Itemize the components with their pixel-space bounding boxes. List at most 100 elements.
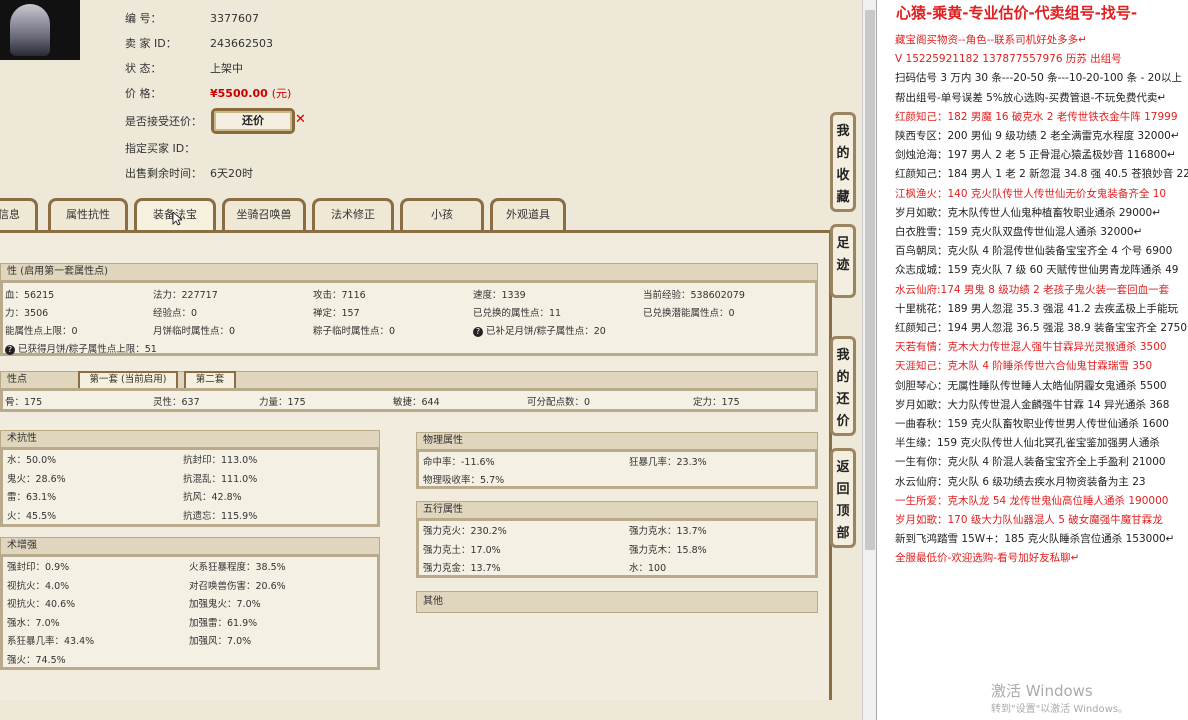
info-row: 是否接受还价： <box>125 113 210 129</box>
phys-cell: 命中率：-11.6% <box>423 457 495 468</box>
wuxing-cell: 强力克土：17.0% <box>423 544 501 556</box>
document-line: 江枫渔火：140 克火队传世人传世仙无价女鬼装备齐全 10 <box>895 187 1167 200</box>
character-avatar <box>0 0 80 60</box>
offer-button[interactable]: 还价 <box>211 108 295 134</box>
point-cell: 定力：175 <box>693 397 740 408</box>
wuxing-cell: 水：100 <box>629 563 667 574</box>
info-value: 6天20时 <box>210 167 253 180</box>
boost-cell: 对召唤兽伤害：20.6% <box>189 580 286 592</box>
side-button-favorites[interactable]: 我的收藏 <box>830 112 856 212</box>
resist-cell: 抗遗忘：115.9% <box>183 510 258 522</box>
attr-cell: 经验点：0 <box>153 308 198 319</box>
boost-cell: 强火：74.5% <box>7 654 66 666</box>
boost-cell: 加强雷：61.9% <box>189 617 258 629</box>
resist-cell: 抗混乱：111.0% <box>183 473 258 485</box>
info-value: 243662503 <box>210 37 273 50</box>
point-cell: 可分配点数：0 <box>527 397 591 408</box>
document-line: 藏宝阁买物资--角色--联系司机好处多多↵ <box>895 34 1087 46</box>
phys-cell: 物理吸收率：5.7% <box>423 475 505 486</box>
document-line: 天若有情：克木大力传世混人强牛甘霖异光灵猴通杀 3500 <box>895 341 1167 354</box>
document-line: 百鸟朝凤：克火队 4 阶混传世仙装备宝宝齐全 4 个号 6900 <box>895 245 1173 258</box>
boost-header: 术增强 <box>0 537 380 555</box>
info-key: 状 态： <box>125 62 162 75</box>
attr-cell: 速度：1339 <box>473 290 526 301</box>
attr-cell: 血：56215 <box>5 290 55 301</box>
point-box: 骨：175 灵性：637 力量：175 敏捷：644 可分配点数：0 定力：175 <box>0 388 818 412</box>
info-value: 上架中 <box>210 62 243 75</box>
document-line: 一曲春秋：159 克火队畜牧职业传世男人传世仙通杀 1600 <box>895 418 1169 430</box>
attr-cell: ? 已补足月饼/粽子属性点：20 <box>473 323 606 337</box>
document-line: 剑烛沧海：197 男人 2 老 5 正骨混心猿孟极妙音 116800↵ <box>895 149 1176 162</box>
document-line: 众志成城：159 克火队 7 级 60 天赋传世仙男青龙阵通杀 49 <box>895 264 1179 277</box>
attr-cell: 力：3506 <box>5 308 49 319</box>
help-icon[interactable]: ? <box>5 345 15 355</box>
help-icon[interactable]: ? <box>473 327 483 337</box>
info-key: 卖 家 ID： <box>125 37 177 50</box>
resist-cell: 火：45.5% <box>7 510 57 522</box>
tab-6[interactable]: 外观道具 <box>490 198 566 232</box>
attribute-panel: 性 (启用第一套属性点) 血：56215 法力：227717 攻击：7116 速度：1… <box>0 230 832 700</box>
wuxing-box: 强力克火：230.2% 强力克水：13.7% 强力克土：17.0% 强力克木：15.8… <box>416 518 818 578</box>
attr-cell: 能属性点上限：0 <box>5 326 78 337</box>
boost-box: 强封印：0.9% 火系狂暴程度：38.5% 视抗火：4.0% 对召唤兽伤害：20.6%… <box>0 554 380 670</box>
attr-cell: 攻击：7116 <box>313 290 366 301</box>
document-line: 十里桃花：189 男人忽混 35.3 强混 41.2 去疾孟极上手能玩 <box>895 302 1178 315</box>
tab-0[interactable]: 信息 <box>0 198 38 232</box>
left-pane: 编 号： 3377607 卖 家 ID： 243662503 状 态： 上架中价 格： ¥5… <box>0 0 862 720</box>
info-key: 价 格： <box>125 87 162 100</box>
resist-header: 术抗性 <box>0 430 380 448</box>
boost-cell: 加强风：7.0% <box>189 636 252 647</box>
attr-cell: ? 已获得月饼/粽子属性点上限：51 <box>5 341 157 355</box>
side-button-history[interactable]: 足迹 <box>830 224 856 298</box>
scrollbar-thumb[interactable] <box>865 10 875 550</box>
resist-cell: 鬼火：28.6% <box>7 473 66 485</box>
wuxing-header: 五行属性 <box>416 501 818 519</box>
info-key: 指定买家 ID： <box>125 142 196 155</box>
attr-cell: 禅定：157 <box>313 308 360 319</box>
info-row: 卖 家 ID： 243662503 <box>125 35 273 51</box>
tab-3[interactable]: 坐骑召唤兽 <box>222 198 306 232</box>
document-line: 新到飞鸿踏雪 15W+：185 克火队睡杀宫位通杀 153000↵ <box>895 533 1175 546</box>
attr-cell: 月饼临时属性点：0 <box>153 326 236 337</box>
close-icon[interactable]: ✕ <box>295 112 306 127</box>
scrollbar[interactable] <box>862 0 877 720</box>
boost-cell: 视抗火：4.0% <box>7 580 70 592</box>
tab-4[interactable]: 法术修正 <box>312 198 394 232</box>
side-button-back-to-top[interactable]: 返回顶部 <box>830 448 856 548</box>
attr-text: 已获得月饼/粽子属性点上限：51 <box>18 344 157 355</box>
document-line: 岁月如歌：170 级大力队仙器混人 5 破女魔强牛魔甘霖龙 <box>895 514 1163 526</box>
attr-cell: 粽子临时属性点：0 <box>313 326 396 337</box>
phys-cell: 狂暴几率：23.3% <box>629 457 707 468</box>
wuxing-cell: 强力克火：230.2% <box>423 526 507 537</box>
document-line: 全服最低价-欢迎选购-看号加好友私聊↵ <box>895 552 1080 565</box>
document-line: 扫码估号 3 万内 30 条---20-50 条---10-20-100 条 -… <box>895 72 1182 85</box>
document-title: 心猿-乘黄-专业估价-代卖组号-找号- <box>896 4 1138 22</box>
boost-cell: 系狂暴几率：43.4% <box>7 636 95 647</box>
resist-cell: 雷：63.1% <box>7 492 57 503</box>
point-cell: 灵性：637 <box>153 397 200 408</box>
activation-watermark-sub: 转到"设置"以激活 Windows。 <box>991 704 1129 715</box>
side-button-my-offers[interactable]: 我的还价 <box>830 336 856 436</box>
wuxing-cell: 强力克木：15.8% <box>629 544 707 556</box>
cursor-icon <box>172 212 182 226</box>
info-key: 编 号： <box>125 12 162 25</box>
attr-box: 血：56215 法力：227717 攻击：7116 速度：1339 当前经验：53860… <box>0 280 818 356</box>
document-line: 岁月如歌：克木队传世人仙鬼种植畜牧职业通杀 29000↵ <box>895 206 1162 219</box>
other-header[interactable]: 其他 <box>416 591 818 613</box>
document-line: V 15225921182 137877557976 历苏 出组号 <box>895 53 1122 66</box>
wuxing-cell: 强力克水：13.7% <box>629 526 707 537</box>
tab-bar: 信息属性抗性装备法宝坐骑召唤兽法术修正小孩外观道具 <box>0 198 600 232</box>
boost-cell: 火系狂暴程度：38.5% <box>189 562 286 573</box>
info-value: ¥5500.00 <box>210 87 268 100</box>
tab-5[interactable]: 小孩 <box>400 198 484 232</box>
tab-1[interactable]: 属性抗性 <box>48 198 128 232</box>
wuxing-cell: 强力克金：13.7% <box>423 563 501 574</box>
info-row: 价 格： ¥5500.00 (元) <box>125 85 291 101</box>
tab-point-set-1[interactable]: 第一套 (当前启用) <box>78 371 178 388</box>
document-line: 白衣胜雪：159 克火队双盘传世仙混人通杀 32000↵ <box>895 226 1143 238</box>
info-row: 指定买家 ID： <box>125 140 210 156</box>
point-cell: 力量：175 <box>259 397 306 408</box>
document-line: 红颜知己：184 男人 1 老 2 新忽混 34.8 强 40.5 苍狼妙音 2… <box>895 168 1188 181</box>
tab-point-set-2[interactable]: 第二套 <box>184 371 236 388</box>
boost-cell: 强封印：0.9% <box>7 562 70 573</box>
